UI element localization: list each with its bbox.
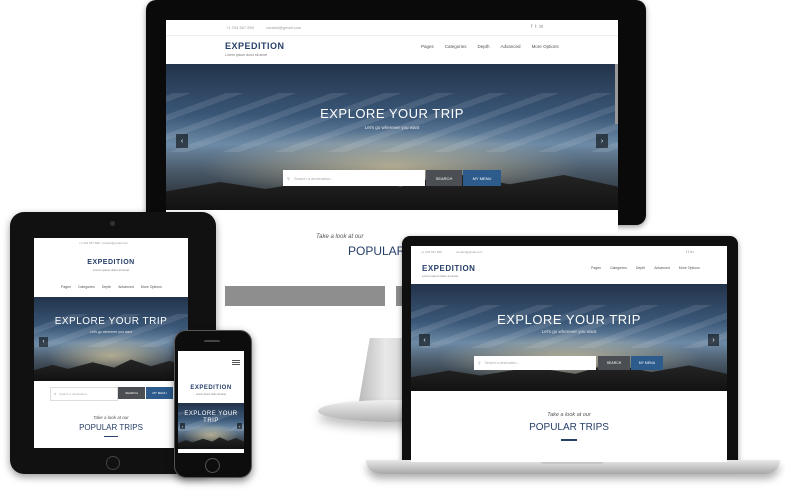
tablet-screen: +1 234 567 890 contact@gmail.com EXPEDIT… (34, 238, 188, 448)
tablet-brand-tagline: Lorem ipsum dolor sit amet (92, 268, 130, 272)
laptop-hero-title: EXPLORE YOUR TRIP (497, 312, 641, 327)
tablet-hero-prev-arrow[interactable]: ‹ (39, 337, 48, 347)
tablet-topbar: +1 234 567 890 contact@gmail.com (79, 241, 128, 245)
tablet-hero-subtitle: Let's go wherever you want (89, 330, 133, 334)
laptop-screen: +1 234 567 890 contact@gmail.com f t in … (411, 246, 727, 462)
search-icon: ⚲ (478, 361, 481, 365)
tablet-search-button[interactable]: SEARCH (118, 387, 145, 399)
tablet-section-title: POPULAR TRIPS (79, 423, 143, 432)
laptop-hero-prev-arrow[interactable]: ‹ (419, 334, 430, 346)
phone-menu-icon[interactable] (232, 360, 240, 361)
hero-title: EXPLORE YOUR TRIP (320, 106, 464, 121)
scroll-thumb[interactable] (615, 64, 618, 124)
hero-prev-arrow[interactable]: ‹ (176, 134, 188, 148)
phone-brand-logo[interactable]: EXPEDITION (178, 385, 244, 391)
hero-next-arrow[interactable]: › (596, 134, 608, 148)
hero-subtitle: Let's go wherever you want (364, 125, 420, 130)
social-icons: f t in (531, 24, 543, 30)
tablet-search-input[interactable]: ⚲ Search a destination... (50, 387, 118, 401)
hero-banner: EXPLORE YOUR TRIP Let's go wherever you … (166, 64, 618, 210)
phone-brand-tagline: Lorem ipsum dolor sit amet (195, 393, 227, 396)
laptop-main-nav: Pages Categories Depth Advanced More Opt… (591, 266, 700, 270)
search-icon: ⚲ (287, 175, 290, 181)
brand-tagline: Lorem ipsum dolor sit amet (225, 53, 268, 57)
laptop-brand-tagline: Lorem ipsum dolor sit amet (422, 274, 459, 278)
phone-speaker (204, 340, 220, 342)
laptop-section-underline (561, 439, 577, 441)
phone-hero-next-arrow[interactable]: › (237, 423, 242, 429)
laptop-hero-subtitle: Let's go wherever you want (541, 329, 597, 334)
laptop-hero-next-arrow[interactable]: › (708, 334, 719, 346)
tablet-my-menu-button[interactable]: MY MENU (146, 387, 173, 399)
phone-home-button[interactable] (205, 458, 220, 473)
phone-screen: EXPEDITION Lorem ipsum dolor sit amet EX… (178, 351, 244, 453)
nav-item-depth[interactable]: Depth (478, 44, 490, 49)
laptop-search-input[interactable]: ⚲ Search a destination... (474, 356, 596, 370)
phone-hero: EXPLORE YOUR TRIP ‹ › (178, 403, 244, 449)
laptop-my-menu-button[interactable]: MY MENU (631, 356, 663, 370)
nav-item-categories[interactable]: Categories (445, 44, 467, 49)
hero-search-input[interactable]: ⚲ Search a destination... (283, 170, 425, 186)
nav-item-pages[interactable]: Pages (421, 44, 434, 49)
laptop-topbar-email: contact@gmail.com (456, 250, 483, 254)
main-nav: Pages Categories Depth Advanced More Opt… (421, 44, 559, 49)
laptop-section-title: POPULAR TRIPS (529, 422, 609, 433)
linkedin-icon[interactable]: in (691, 249, 694, 254)
phone-hero-prev-arrow[interactable]: ‹ (180, 423, 185, 429)
hero-search-button[interactable]: SEARCH (426, 170, 462, 186)
tablet-home-button[interactable] (106, 456, 120, 470)
brand-logo[interactable]: EXPEDITION (225, 41, 285, 51)
topbar-phone: +1 234 567 890 (226, 25, 254, 30)
tablet-camera (110, 221, 115, 226)
facebook-icon[interactable]: f (686, 249, 687, 254)
laptop-brand-logo[interactable]: EXPEDITION (422, 264, 475, 273)
laptop-topbar-phone: +1 234 567 890 (421, 250, 442, 254)
facebook-icon[interactable]: f (531, 24, 532, 30)
laptop-social-icons: f t in (686, 249, 694, 254)
tablet-main-nav: Pages Categories Depth Advanced More Opt… (61, 285, 162, 289)
twitter-icon[interactable]: t (688, 249, 689, 254)
tablet-brand-logo[interactable]: EXPEDITION (34, 259, 188, 266)
tablet-hero-title: EXPLORE YOUR TRIP (54, 316, 168, 327)
topbar-divider (166, 35, 618, 36)
laptop-hero: EXPLORE YOUR TRIP Let's go wherever you … (411, 284, 727, 391)
search-icon: ⚲ (54, 392, 57, 396)
twitter-icon[interactable]: t (535, 24, 536, 30)
tablet-section-underline (104, 436, 118, 437)
linkedin-icon[interactable]: in (539, 24, 543, 30)
topbar-email: contact@gmail.com (266, 25, 302, 30)
section-kicker: Take a look at our (316, 234, 364, 240)
phone-hero-title: EXPLORE YOUR TRIP (184, 411, 238, 424)
laptop-section-kicker: Take a look at our (547, 412, 591, 418)
hero-my-menu-button[interactable]: MY MENU (463, 170, 501, 186)
laptop-search-button[interactable]: SEARCH (598, 356, 630, 370)
section-card-placeholder (225, 286, 385, 306)
tablet-section-kicker: Take a look at our (93, 415, 129, 420)
section-title: POPULAR (348, 244, 406, 258)
nav-item-more[interactable]: More Options (532, 44, 559, 49)
tablet-hero: EXPLORE YOUR TRIP Let's go wherever you … (34, 297, 188, 381)
nav-item-advanced[interactable]: Advanced (501, 44, 521, 49)
